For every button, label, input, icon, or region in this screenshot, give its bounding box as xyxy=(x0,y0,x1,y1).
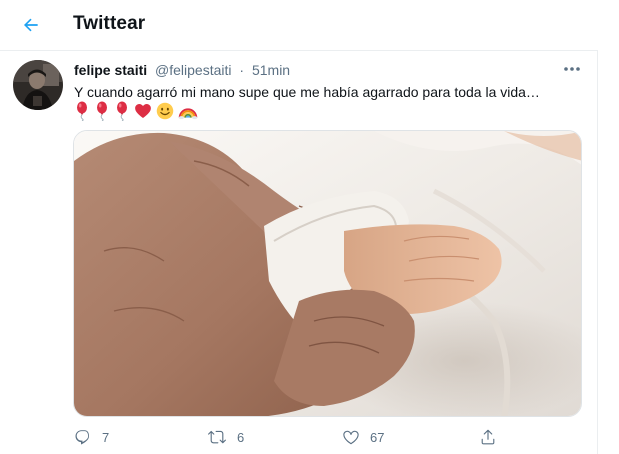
back-arrow-icon xyxy=(24,18,38,32)
main-column: Twittear felipe staiti @felipestaiti · 5… xyxy=(0,0,598,454)
more-options-button[interactable] xyxy=(560,59,584,79)
tweet-meta: felipe staiti @felipestaiti · 51min xyxy=(74,62,290,78)
tweet-text: Y cuando agarró mi mano supe que me habí… xyxy=(74,84,540,100)
page-header: Twittear xyxy=(0,0,598,51)
balloon-icon xyxy=(77,101,87,121)
reply-icon xyxy=(75,430,89,445)
red-heart-icon xyxy=(135,103,151,119)
more-icon xyxy=(564,67,580,71)
reply-count: 7 xyxy=(102,429,110,445)
retweet-button[interactable]: 6 xyxy=(207,425,244,449)
balloon-icon xyxy=(117,101,127,121)
hand-photo xyxy=(74,131,581,416)
author-handle[interactable]: @felipestaiti xyxy=(155,62,231,78)
retweet-count: 6 xyxy=(237,429,245,445)
heart-icon xyxy=(343,430,359,445)
back-button[interactable] xyxy=(14,8,48,42)
author-name[interactable]: felipe staiti xyxy=(74,62,147,78)
page-title: Twittear xyxy=(73,13,146,34)
tweet-actions: 7 6 67 xyxy=(74,425,584,449)
emoji-row xyxy=(74,101,198,121)
reply-button[interactable]: 7 xyxy=(74,425,109,449)
share-button[interactable] xyxy=(479,425,497,449)
balloon-icon xyxy=(97,101,107,121)
like-count: 67 xyxy=(370,429,385,445)
tweet-time[interactable]: 51min xyxy=(252,62,290,78)
share-icon xyxy=(481,429,495,445)
meta-separator: · xyxy=(239,62,245,78)
rainbow-icon xyxy=(178,108,198,120)
smiley-icon xyxy=(156,102,174,120)
tweet[interactable]: felipe staiti @felipestaiti · 51min Y cu… xyxy=(0,51,598,454)
like-button[interactable]: 67 xyxy=(342,425,384,449)
avatar[interactable] xyxy=(13,60,63,110)
tweet-photo[interactable] xyxy=(73,130,582,417)
retweet-icon xyxy=(208,430,226,444)
